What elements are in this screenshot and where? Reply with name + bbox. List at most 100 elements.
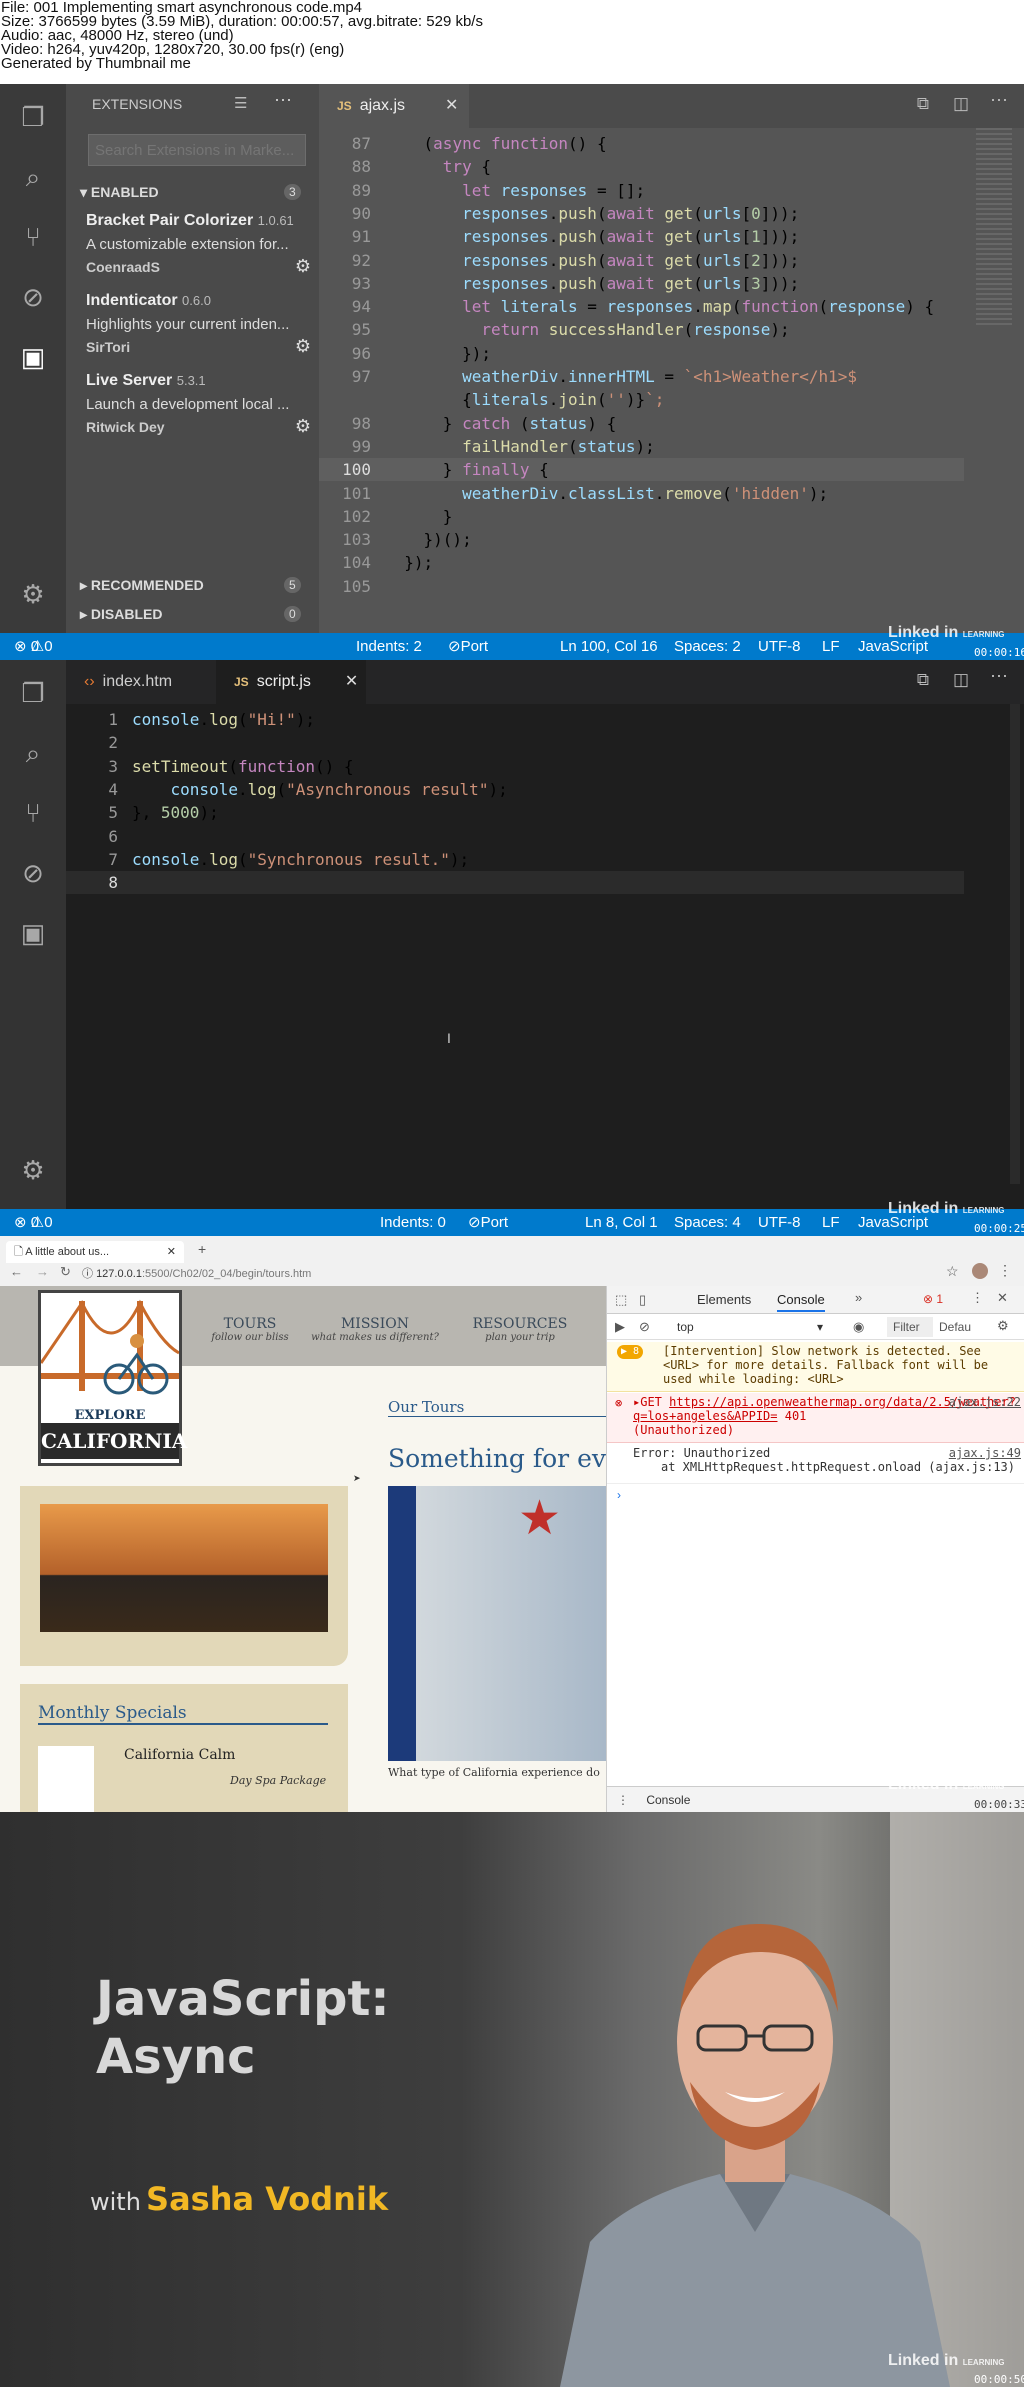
search-icon[interactable]: ⌕ xyxy=(18,738,48,768)
settings-gear-icon[interactable]: ⚙ xyxy=(18,579,48,609)
reload-icon[interactable]: ↻ xyxy=(60,1264,71,1280)
sidebar-toggle-icon[interactable]: ▶ xyxy=(615,1319,625,1335)
enabled-section-header[interactable]: ▾ ENABLED xyxy=(80,184,159,201)
console-error-unauthorized[interactable]: Error: Unauthorized at XMLHttpRequest.ht… xyxy=(607,1444,1024,1484)
explore-california-logo[interactable]: EXPLORE CALIFORNIA xyxy=(38,1290,187,1466)
menu-icon[interactable]: ⋮ xyxy=(998,1262,1012,1279)
code-line[interactable]: 92 responses.push(await get(urls[2])); xyxy=(319,249,964,272)
nav-item-tours[interactable]: TOURS follow our bliss xyxy=(200,1316,300,1343)
extensions-icon[interactable]: ▣ xyxy=(18,918,48,948)
code-line[interactable]: 97 weatherDiv.innerHTML = `<h1>Weather</… xyxy=(319,365,964,388)
settings-gear-icon[interactable]: ⚙ xyxy=(997,1318,1009,1334)
explorer-icon[interactable]: ❐ xyxy=(18,678,48,708)
recommended-section-header[interactable]: ▸ RECOMMENDED xyxy=(80,577,204,594)
code-line[interactable]: 98 } catch (status) { xyxy=(319,412,964,435)
levels-select[interactable]: Defau xyxy=(939,1317,983,1337)
close-icon[interactable]: ✕ xyxy=(445,97,458,114)
code-line[interactable]: 87 (async function() { xyxy=(319,132,964,155)
code-line[interactable]: 3 setTimeout(function() { xyxy=(66,755,964,778)
scrollbar[interactable] xyxy=(1010,704,1020,1184)
extension-item[interactable]: Live Server 5.3.1 Launch a development l… xyxy=(86,372,311,436)
filter-input[interactable]: Filter xyxy=(887,1317,933,1337)
code-line[interactable]: 1 console.log("Hi!"); xyxy=(66,708,964,731)
address-bar[interactable]: ⓘ 127.0.0.1:5500/Ch02/02_04/begin/tours.… xyxy=(82,1265,982,1281)
code-line[interactable]: 103 })(); xyxy=(319,528,964,551)
code-line[interactable]: {literals.join('')}`; xyxy=(319,388,964,411)
more-tabs-icon[interactable]: » xyxy=(855,1290,862,1305)
console-prompt-icon[interactable]: › xyxy=(617,1488,621,1502)
split-editor-icon[interactable]: ◫ xyxy=(953,94,969,114)
explorer-icon[interactable]: ❐ xyxy=(18,102,48,132)
more-actions-icon[interactable]: ⋯ xyxy=(990,90,1008,111)
gear-icon[interactable]: ⚙ xyxy=(295,256,311,277)
code-line[interactable]: 91 responses.push(await get(urls[1])); xyxy=(319,225,964,248)
device-toggle-icon[interactable]: ▯ xyxy=(639,1292,646,1308)
code-line[interactable]: 93 responses.push(await get(urls[3])); xyxy=(319,272,964,295)
code-line[interactable]: 88 try { xyxy=(319,155,964,178)
eol-status[interactable]: LF xyxy=(822,1209,840,1236)
disabled-section-header[interactable]: ▸ DISABLED xyxy=(80,606,162,623)
code-line[interactable]: 8 xyxy=(66,871,964,895)
code-line[interactable]: 101 weatherDiv.classList.remove('hidden'… xyxy=(319,482,964,505)
tab-index-htm[interactable]: ‹› index.htm xyxy=(66,660,216,704)
forward-icon[interactable]: → xyxy=(36,1264,49,1279)
nav-item-mission[interactable]: MISSION what makes us different? xyxy=(300,1316,450,1343)
extensions-search-input[interactable] xyxy=(88,134,306,166)
code-line[interactable]: 6 xyxy=(66,825,964,848)
error-counter[interactable]: ⊗ 1 xyxy=(923,1292,943,1306)
spaces-status[interactable]: Spaces: 2 xyxy=(674,633,741,660)
tab-console[interactable]: Console xyxy=(777,1292,825,1312)
close-icon[interactable]: ✕ xyxy=(167,1241,176,1263)
extension-item[interactable]: Indenticator 0.6.0 Highlights your curre… xyxy=(86,292,311,356)
code-line[interactable]: 2 xyxy=(66,731,964,754)
problems-indicator[interactable]: ⊗ 0 ⚠ 0 xyxy=(14,633,53,660)
encoding-status[interactable]: UTF-8 xyxy=(758,633,801,660)
debug-icon[interactable]: ⊘ xyxy=(18,858,48,888)
clear-console-icon[interactable]: ⊘ xyxy=(639,1319,650,1335)
context-select[interactable]: top ▾ xyxy=(677,1317,827,1337)
more-actions-icon[interactable]: ⋯ xyxy=(274,90,292,111)
code-line[interactable]: 7 console.log("Synchronous result."); xyxy=(66,848,964,871)
bookmark-star-icon[interactable]: ☆ xyxy=(946,1263,959,1280)
open-preview-icon[interactable]: ⧉ xyxy=(917,94,929,114)
inspect-icon[interactable]: ⬚ xyxy=(615,1292,627,1308)
code-line[interactable]: 95 return successHandler(response); xyxy=(319,318,964,341)
code-line[interactable]: 99 failHandler(status); xyxy=(319,435,964,458)
cursor-position[interactable]: Ln 8, Col 1 xyxy=(585,1209,658,1236)
indents-status[interactable]: Indents: 2 xyxy=(356,633,422,660)
console-warning[interactable]: ▶ 8 [Intervention] Slow network is detec… xyxy=(607,1342,1024,1392)
encoding-status[interactable]: UTF-8 xyxy=(758,1209,801,1236)
problems-indicator[interactable]: ⊗ 0 ⚠ 0 xyxy=(14,1209,53,1236)
extensions-icon[interactable]: ▣ xyxy=(18,342,48,372)
nav-item-resources[interactable]: RESOURCES plan your trip xyxy=(460,1316,580,1343)
source-link[interactable]: ajax.js:22 xyxy=(949,1395,1021,1409)
eye-icon[interactable]: ◉ xyxy=(853,1319,864,1335)
code-line[interactable]: 89 let responses = []; xyxy=(319,179,964,202)
tab-script-js[interactable]: JS script.js ✕ xyxy=(216,660,366,704)
drawer-tab-console[interactable]: Console xyxy=(646,1793,690,1807)
spaces-status[interactable]: Spaces: 4 xyxy=(674,1209,741,1236)
back-icon[interactable]: ← xyxy=(10,1264,23,1279)
new-tab-button[interactable]: + xyxy=(198,1241,206,1257)
more-actions-icon[interactable]: ⋯ xyxy=(990,666,1008,687)
menu-icon[interactable]: ⋮ xyxy=(971,1290,984,1306)
code-line[interactable]: 104 }); xyxy=(319,551,964,574)
code-line[interactable]: 102 } xyxy=(319,505,964,528)
debug-icon[interactable]: ⊘ xyxy=(18,282,48,312)
special-name[interactable]: California Calm xyxy=(124,1747,235,1763)
code-area[interactable]: 1 console.log("Hi!"); 2 3 setTimeout(functio… xyxy=(66,704,964,904)
minimap[interactable] xyxy=(976,128,1012,328)
code-area[interactable]: 87 (async function() {88 try {89 let res… xyxy=(319,128,964,596)
code-line[interactable]: 94 let literals = responses.map(function… xyxy=(319,295,964,318)
tab-elements[interactable]: Elements xyxy=(697,1292,751,1307)
search-icon[interactable]: ⌕ xyxy=(18,162,48,192)
code-line[interactable]: 100 } finally { xyxy=(319,458,964,482)
code-line[interactable]: 5}, 5000); xyxy=(66,801,964,824)
source-control-icon[interactable]: ⑂ xyxy=(18,222,48,252)
source-link[interactable]: ajax.js:49 xyxy=(949,1446,1021,1460)
close-icon[interactable]: ✕ xyxy=(345,673,358,690)
source-control-icon[interactable]: ⑂ xyxy=(18,798,48,828)
split-editor-icon[interactable]: ◫ xyxy=(953,670,969,690)
settings-gear-icon[interactable]: ⚙ xyxy=(18,1155,48,1185)
code-line[interactable]: 90 responses.push(await get(urls[0])); xyxy=(319,202,964,225)
